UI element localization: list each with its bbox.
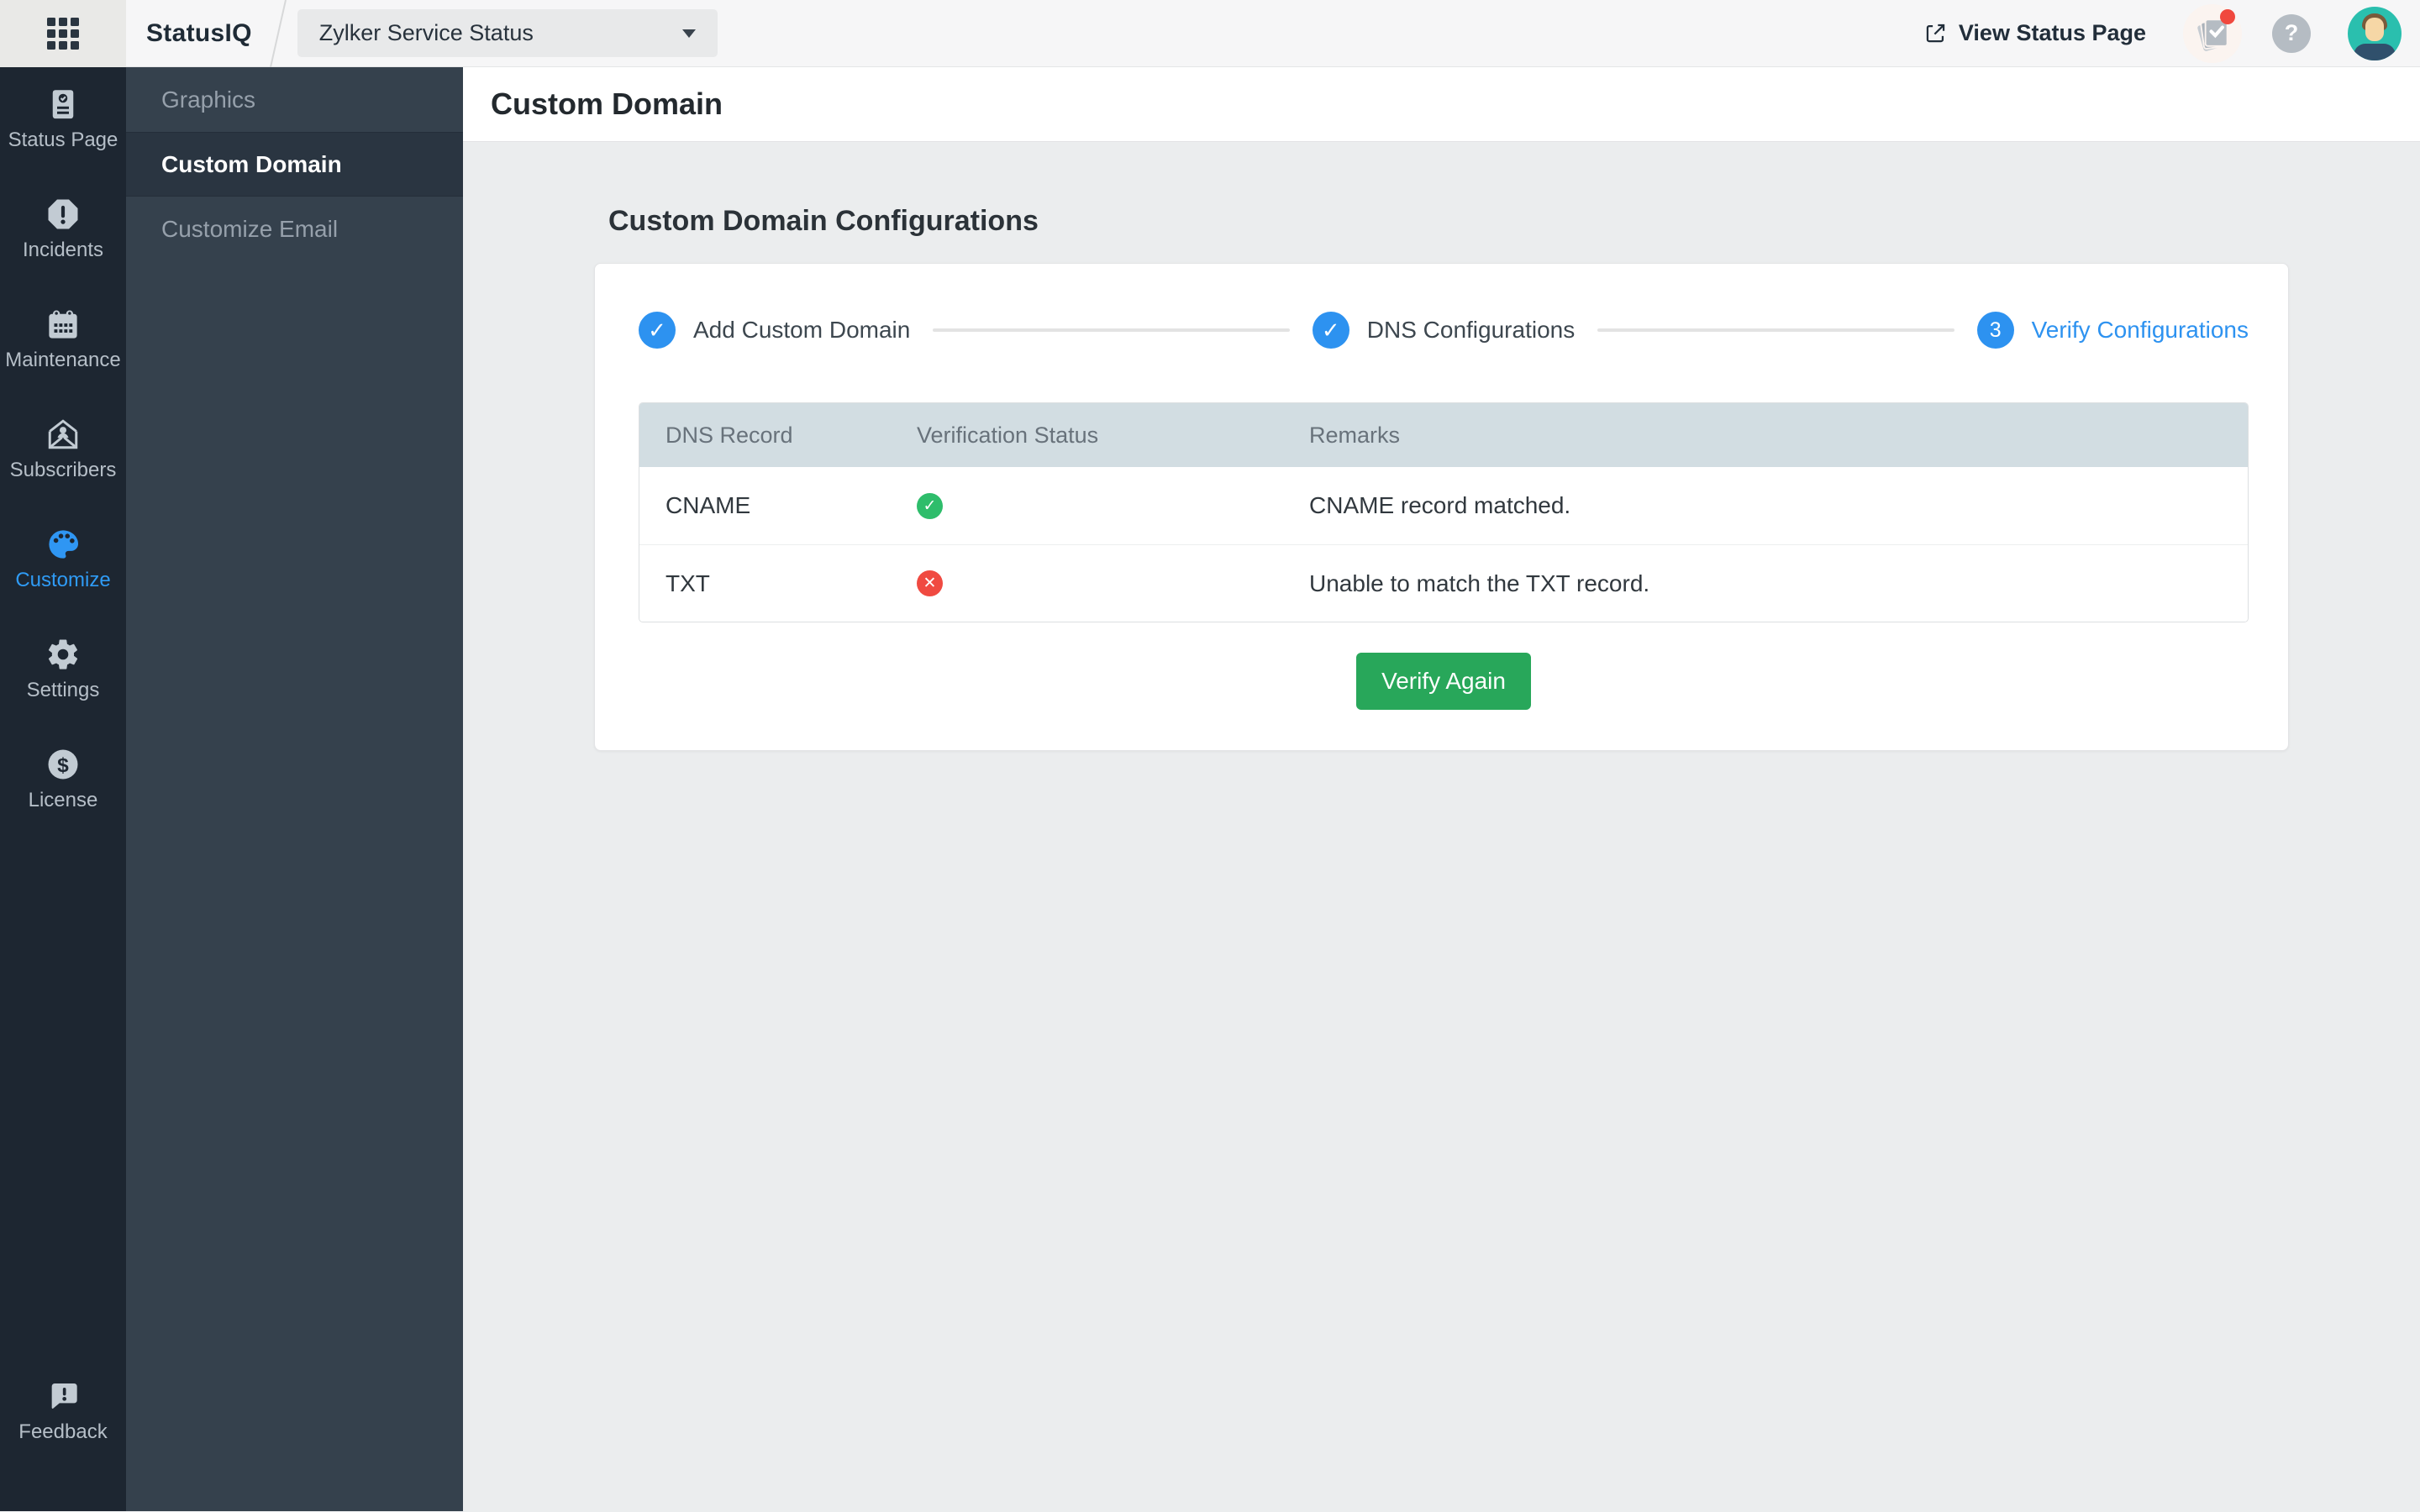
sidebar-item-status-page[interactable]: Status Page	[0, 86, 126, 196]
column-header: DNS Record	[666, 422, 793, 448]
sidebar-item-label: License	[28, 789, 98, 811]
sidebar-item-customize[interactable]: Customize	[0, 526, 126, 636]
subnav-item-graphics[interactable]: Graphics	[126, 67, 463, 132]
settings-gear-icon	[45, 636, 82, 673]
table-row-txt: TXT ✕ Unable to match the TXT record.	[639, 544, 2248, 622]
table-header-row: DNS Record Verification Status Remarks	[639, 403, 2248, 467]
sidebar-item-subscribers[interactable]: Subscribers	[0, 416, 126, 526]
svg-text:$: $	[57, 754, 69, 777]
subnav-item-custom-domain[interactable]: Custom Domain	[126, 132, 463, 197]
sidebar-item-label: Settings	[26, 679, 100, 701]
table-row-cname: CNAME ✓ CNAME record matched.	[639, 467, 2248, 544]
verify-again-button[interactable]: Verify Again	[1356, 653, 1531, 710]
maintenance-calendar-icon	[45, 306, 82, 343]
view-status-page-label: View Status Page	[1958, 20, 2146, 45]
notification-badge	[2220, 8, 2235, 24]
feedback-bubble-icon	[45, 1378, 82, 1415]
sidebar-item-incidents[interactable]: Incidents	[0, 196, 126, 306]
step-dns-configurations[interactable]: ✓ DNS Configurations	[1312, 312, 1575, 349]
license-dollar-icon: $	[45, 746, 82, 783]
dns-verification-table: DNS Record Verification Status Remarks C…	[639, 402, 2249, 622]
primary-sidebar: Status Page Incidents Maintenance Subscr…	[0, 67, 126, 1511]
remarks-cell: Unable to match the TXT record.	[1309, 570, 1650, 596]
dns-record-cell: TXT	[666, 570, 710, 596]
page-title: Custom Domain	[491, 87, 723, 121]
incidents-icon	[45, 196, 82, 233]
subnav-item-customize-email[interactable]: Customize Email	[126, 197, 463, 261]
status-page-icon	[45, 86, 82, 123]
error-cross-icon: ✕	[917, 570, 943, 596]
view-status-page-link[interactable]: View Status Page	[1924, 20, 2146, 46]
step-number: 3	[1976, 312, 2014, 349]
remarks-cell: CNAME record matched.	[1309, 492, 1571, 518]
selected-status-page: Zylker Service Status	[318, 20, 534, 45]
page-header: Custom Domain	[463, 67, 2420, 142]
stepper-connector	[933, 328, 1290, 332]
step-check-icon: ✓	[1312, 312, 1349, 349]
app-launcher-button[interactable]	[0, 0, 126, 67]
app-grid-icon	[47, 17, 79, 50]
sidebar-item-settings[interactable]: Settings	[0, 636, 126, 746]
chevron-down-icon	[681, 29, 696, 38]
notifications-button[interactable]	[2183, 3, 2242, 63]
section-heading: Custom Domain Configurations	[608, 205, 1039, 237]
customize-palette-icon	[45, 526, 82, 563]
column-header: Remarks	[1309, 422, 1401, 448]
custom-domain-card: ✓ Add Custom Domain ✓ DNS Configurations	[594, 263, 2289, 751]
success-check-icon: ✓	[917, 492, 943, 519]
sidebar-item-label: Feedback	[18, 1420, 108, 1443]
stepper-connector	[1597, 328, 1954, 332]
help-icon: ?	[2284, 20, 2299, 45]
step-add-custom-domain[interactable]: ✓ Add Custom Domain	[639, 312, 910, 349]
sidebar-item-label: Customize	[15, 569, 111, 591]
divider-slash	[269, 0, 287, 67]
external-link-icon	[1926, 24, 1945, 43]
top-bar: StatusIQ Zylker Service Status View Stat…	[0, 0, 2420, 67]
sidebar-item-maintenance[interactable]: Maintenance	[0, 306, 126, 416]
configuration-stepper: ✓ Add Custom Domain ✓ DNS Configurations	[639, 312, 2249, 349]
content-area: Custom Domain Configurations ✓ Add Custo…	[463, 142, 2420, 1511]
step-verify-configurations[interactable]: 3 Verify Configurations	[1976, 312, 2249, 349]
help-button[interactable]: ?	[2272, 13, 2311, 53]
sidebar-item-license[interactable]: $ License	[0, 746, 126, 856]
user-avatar[interactable]	[2348, 6, 2402, 60]
sidebar-item-label: Status Page	[8, 129, 118, 151]
column-header: Verification Status	[917, 422, 1099, 448]
sidebar-item-label: Incidents	[22, 239, 104, 261]
sidebar-item-label: Subscribers	[9, 459, 117, 481]
step-check-icon: ✓	[639, 312, 676, 349]
dns-record-cell: CNAME	[666, 492, 751, 518]
status-page-selector[interactable]: Zylker Service Status	[297, 9, 718, 57]
sidebar-item-label: Maintenance	[5, 349, 121, 371]
sidebar-item-feedback[interactable]: Feedback	[0, 1378, 126, 1488]
subscribers-envelope-icon	[45, 416, 82, 453]
customize-subnav: Graphics Custom Domain Customize Email	[126, 67, 463, 1511]
brand-logo: StatusIQ	[146, 18, 252, 47]
